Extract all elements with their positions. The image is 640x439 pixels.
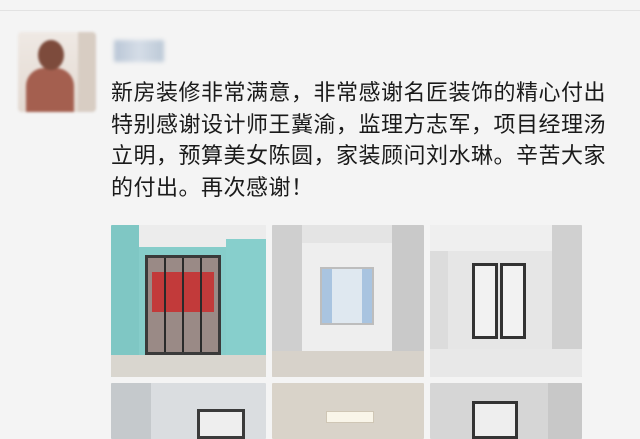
room-photo-3[interactable] xyxy=(430,225,582,377)
avatar[interactable] xyxy=(18,32,96,112)
post-text: 新房装修非常满意，非常感谢名匠装饰的精心付出特别感谢设计师王冀渝，监理方志军，项… xyxy=(111,81,607,201)
room-photo-6[interactable] xyxy=(430,383,582,439)
room-photo-5[interactable] xyxy=(272,383,424,439)
room-photo-2[interactable] xyxy=(272,225,424,377)
top-divider xyxy=(0,10,640,11)
room-photo-4[interactable] xyxy=(111,383,266,439)
room-photo-1[interactable] xyxy=(111,225,266,377)
username[interactable]: Lo xyxy=(116,40,134,59)
social-post: Lo 新房装修非常满意，非常感谢名匠装饰的精心付出特别感谢设计师王冀渝，监理方志… xyxy=(0,0,640,439)
